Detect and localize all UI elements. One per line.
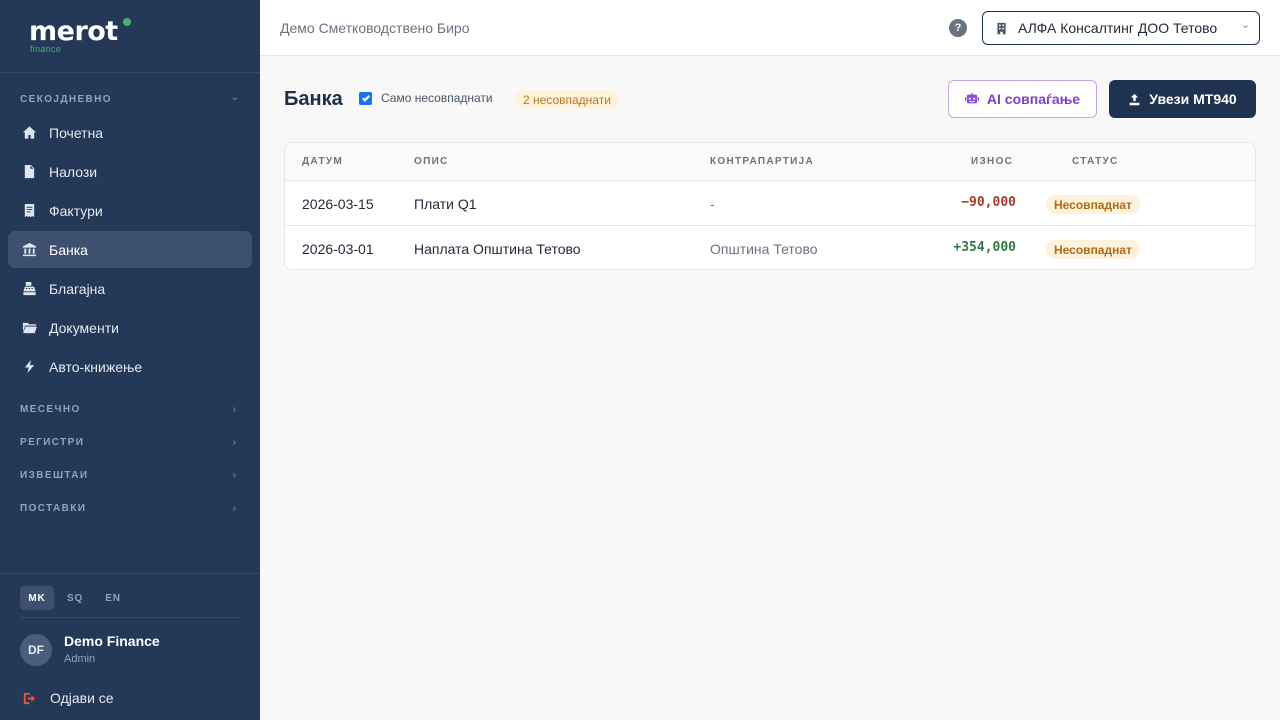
section-registers-label: РЕГИСТРИ — [20, 436, 85, 448]
lang-sq-button[interactable]: SQ — [58, 586, 92, 610]
building-icon — [997, 22, 1006, 34]
user-profile[interactable]: DF Demo Finance Admin — [20, 632, 160, 667]
chevron-right-icon: › — [232, 469, 238, 481]
section-registers[interactable]: РЕГИСТРИ › — [20, 435, 240, 449]
column-header-description[interactable]: ОПИС — [414, 156, 449, 167]
document-icon — [21, 164, 37, 180]
sidebar-item-auto-booking[interactable]: Авто-книжење — [8, 348, 252, 385]
sidebar-divider — [0, 72, 260, 73]
sidebar-item-label: Фактури — [49, 202, 103, 219]
sidebar-item-label: Благајна — [49, 280, 106, 297]
table-row[interactable]: 2026-03-15 Плати Q1 - −90,000 Несовпадна… — [285, 181, 1255, 226]
cell-amount: +354,000 — [953, 240, 1016, 255]
sidebar-item-home[interactable]: Почетна — [8, 114, 252, 151]
sidebar-item-label: Налози — [49, 163, 98, 180]
column-header-amount[interactable]: ИЗНОС — [971, 156, 1013, 167]
avatar: DF — [20, 633, 52, 666]
sidebar-item-label: Банка — [49, 241, 88, 258]
logout-icon — [23, 692, 36, 704]
lang-mk-button[interactable]: MK — [20, 586, 54, 610]
section-settings-label: ПОСТАВКИ — [20, 502, 87, 514]
cell-description: Наплата Општина Тетово — [414, 241, 581, 257]
user-role: Admin — [64, 653, 96, 665]
section-monthly-label: МЕСЕЧНО — [20, 403, 81, 415]
cell-date: 2026-03-15 — [302, 196, 374, 212]
lang-en-button[interactable]: EN — [96, 586, 130, 610]
section-reports-label: ИЗВЕШТАИ — [20, 469, 89, 481]
chevron-down-icon: › — [1239, 24, 1251, 29]
cell-amount: −90,000 — [961, 195, 1016, 210]
sidebar-item-label: Авто-книжење — [49, 358, 143, 375]
bank-icon — [21, 242, 37, 258]
topbar: Демо Сметководствено Биро ? АЛФА Консалт… — [260, 0, 1280, 56]
sidebar-item-label: Документи — [49, 319, 119, 336]
unmatched-only-filter[interactable]: Само несовпаднати — [359, 91, 493, 105]
cell-description: Плати Q1 — [414, 196, 477, 212]
cell-date: 2026-03-01 — [302, 241, 374, 257]
section-daily-label: СЕКОЈДНЕВНО — [20, 93, 112, 105]
sidebar-item-label: Почетна — [49, 124, 104, 141]
column-header-status[interactable]: СТАТУС — [1072, 156, 1119, 167]
brand-sub: finance — [30, 44, 62, 54]
ai-match-button[interactable]: AI совпаѓање — [948, 80, 1097, 118]
cell-counterparty: Општина Тетово — [710, 241, 818, 257]
chevron-down-icon: › — [229, 96, 241, 102]
page-title: Банка — [284, 88, 343, 110]
section-settings[interactable]: ПОСТАВКИ › — [20, 501, 240, 515]
sidebar: merot finance СЕКОЈДНЕВНО › Почетна Нало… — [0, 0, 260, 720]
sidebar-item-documents[interactable]: Документи — [8, 309, 252, 346]
import-mt940-label: Увези MT940 — [1149, 91, 1237, 107]
cash-register-icon — [21, 281, 37, 297]
sidebar-divider — [20, 617, 240, 618]
sidebar-item-invoices[interactable]: Фактури — [8, 192, 252, 229]
company-name: АЛФА Консалтинг ДОО Тетово — [1018, 20, 1218, 36]
logout-label: Одјави се — [50, 690, 114, 706]
robot-icon — [964, 92, 979, 104]
table-row[interactable]: 2026-03-01 Наплата Општина Тетово Општин… — [285, 226, 1255, 269]
sidebar-item-cash[interactable]: Благајна — [8, 270, 252, 307]
invoice-icon — [21, 203, 37, 219]
upload-icon — [1129, 93, 1140, 105]
chevron-right-icon: › — [232, 403, 238, 415]
sidebar-item-orders[interactable]: Налози — [8, 153, 252, 190]
sidebar-item-bank[interactable]: Банка — [8, 231, 252, 268]
sidebar-divider — [0, 573, 260, 574]
unmatched-only-checkbox[interactable] — [359, 91, 372, 105]
table-header: ДАТУМ ОПИС КОНТРАПАРТИЈА ИЗНОС СТАТУС — [285, 143, 1255, 181]
brand-logo[interactable]: merot finance — [29, 16, 131, 54]
chevron-right-icon: › — [232, 436, 238, 448]
bolt-icon — [21, 359, 37, 375]
section-daily[interactable]: СЕКОЈДНЕВНО › — [20, 92, 241, 106]
company-selector[interactable]: АЛФА Консалтинг ДОО Тетово › — [982, 11, 1260, 45]
user-name: Demo Finance — [64, 633, 160, 649]
section-reports[interactable]: ИЗВЕШТАИ › — [20, 468, 240, 482]
logout-button[interactable]: Одјави се — [22, 690, 114, 706]
home-icon — [21, 125, 37, 141]
folder-icon — [21, 320, 37, 336]
help-icon[interactable]: ? — [949, 19, 967, 37]
column-header-date[interactable]: ДАТУМ — [302, 156, 343, 167]
bank-transactions-table: ДАТУМ ОПИС КОНТРАПАРТИЈА ИЗНОС СТАТУС 20… — [284, 142, 1256, 270]
import-mt940-button[interactable]: Увези MT940 — [1109, 80, 1256, 118]
language-switcher: MK SQ EN — [20, 586, 130, 610]
brand-dot-icon — [123, 18, 131, 26]
org-name: Демо Сметководствено Биро — [280, 20, 470, 36]
section-monthly[interactable]: МЕСЕЧНО › — [20, 402, 240, 416]
chevron-right-icon: › — [232, 502, 238, 514]
unmatched-only-label: Само несовпаднати — [381, 91, 493, 105]
unmatched-count-badge: 2 несовпаднати — [515, 90, 619, 109]
cell-counterparty: - — [710, 196, 715, 212]
column-header-counterparty[interactable]: КОНТРАПАРТИЈА — [710, 156, 814, 167]
status-badge: Несовпаднат — [1046, 195, 1140, 214]
status-badge: Несовпаднат — [1046, 240, 1140, 259]
ai-match-label: AI совпаѓање — [986, 91, 1081, 107]
